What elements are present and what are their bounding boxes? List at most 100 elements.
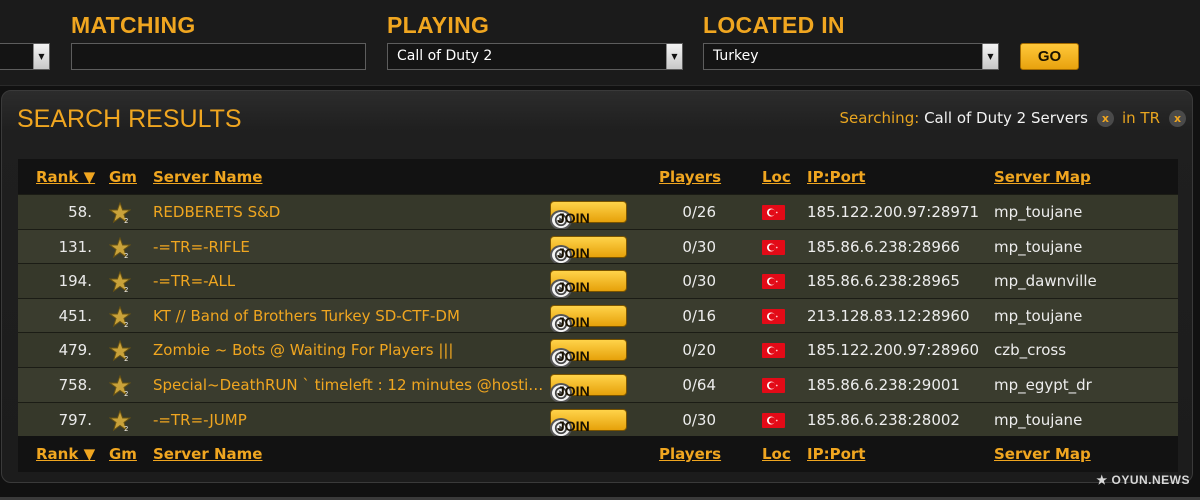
searching-game: Call of Duty 2 Servers: [924, 109, 1088, 127]
svg-text:2: 2: [124, 321, 128, 328]
server-name-link[interactable]: -=TR=-ALL: [153, 272, 235, 290]
column-gm-link[interactable]: Gm: [109, 168, 137, 186]
column-gm-link[interactable]: Gm: [109, 445, 137, 463]
table-row[interactable]: 758. 2 Special~DeathRUN ` timeleft : 12 mi…: [18, 366, 1178, 403]
sort-rank-link[interactable]: Rank ▼: [36, 168, 95, 186]
sort-rank-link[interactable]: Rank ▼: [36, 445, 95, 463]
playing-label: PLAYING: [387, 12, 490, 38]
search-summary: Searching: Call of Duty 2 Servers x in T…: [839, 109, 1186, 127]
join-label: JOIN: [557, 210, 590, 226]
turkey-flag-icon: [762, 239, 785, 255]
ip-port-value: 185.86.6.238:28965: [807, 272, 960, 291]
column-ip-link[interactable]: IP:Port: [807, 168, 865, 186]
players-value: 0/64: [682, 375, 716, 394]
svg-text:2: 2: [124, 217, 128, 224]
svg-text:2: 2: [124, 425, 128, 432]
column-players-link[interactable]: Players: [659, 445, 721, 463]
table-body: 58. 2 REDBERETS S&D JOIN 0/26 185.122.200.97:…: [18, 194, 1178, 438]
column-ip-link[interactable]: IP:Port: [807, 445, 865, 463]
ip-port-value: 185.86.6.238:28966: [807, 237, 960, 256]
column-map-link[interactable]: Server Map: [994, 445, 1091, 463]
ip-port-value: 185.122.200.97:28971: [807, 203, 980, 221]
server-map-value: mp_toujane: [994, 237, 1083, 256]
column-server-name-link[interactable]: Server Name: [153, 445, 262, 463]
server-name-link[interactable]: REDBERETS S&D: [153, 203, 280, 221]
star-icon: 2: [108, 305, 132, 329]
players-value: 0/30: [682, 410, 716, 429]
join-button[interactable]: JOIN: [550, 201, 627, 230]
rank-value: 479.: [58, 341, 92, 360]
column-loc-link[interactable]: Loc: [762, 168, 791, 186]
chevron-down-icon[interactable]: ▼: [666, 44, 682, 69]
go-button[interactable]: GO: [1020, 43, 1079, 70]
server-map-value: mp_toujane: [994, 410, 1083, 429]
column-map-link[interactable]: Server Map: [994, 168, 1091, 186]
watermark: ★ OYUN.NEWS: [1096, 473, 1190, 487]
server-name-link[interactable]: KT // Band of Brothers Turkey SD-CTF-DM: [153, 307, 460, 325]
table-row[interactable]: 131. 2 -=TR=-RIFLE JOIN 0/30 185.86.6.238:289…: [18, 228, 1178, 265]
located-label: LOCATED IN: [703, 12, 845, 38]
table-header: Rank ▼ Gm Server Name Players Loc IP:Por…: [18, 159, 1178, 194]
join-button[interactable]: JOIN: [550, 408, 627, 438]
rank-value: 194.: [58, 272, 92, 291]
column-loc-link[interactable]: Loc: [762, 445, 791, 463]
star-icon: 2: [108, 236, 132, 260]
results-table: Rank ▼ Gm Server Name Players Loc IP:Por…: [18, 159, 1178, 473]
svg-text:2: 2: [124, 286, 128, 293]
players-value: 0/16: [682, 306, 716, 325]
sort-down-icon: ▼: [83, 168, 96, 186]
server-map-value: mp_egypt_dr: [994, 375, 1092, 394]
server-map-value: mp_dawnville: [994, 272, 1097, 291]
join-button[interactable]: JOIN: [550, 235, 627, 265]
star-icon: 2: [108, 270, 132, 294]
panel-title: SEARCH RESULTS: [17, 105, 242, 133]
matching-label: MATCHING: [71, 12, 196, 38]
svg-text:2: 2: [124, 355, 128, 362]
server-map-value: czb_cross: [994, 341, 1067, 360]
results-panel: SEARCH RESULTS Searching: Call of Duty 2…: [1, 90, 1193, 483]
server-name-link[interactable]: Special~DeathRUN ` timeleft : 12 minutes…: [153, 376, 546, 394]
table-row[interactable]: 58. 2 REDBERETS S&D JOIN 0/26 185.122.200.97:…: [18, 194, 1178, 230]
join-button[interactable]: JOIN: [550, 339, 627, 369]
column-server-name-link[interactable]: Server Name: [153, 168, 262, 186]
table-row[interactable]: 194. 2 -=TR=-ALL JOIN 0/30 185.86.6.238:28965…: [18, 263, 1178, 300]
join-label: JOIN: [557, 382, 590, 399]
server-map-value: mp_toujane: [994, 203, 1083, 221]
rank-value: 451.: [58, 306, 92, 325]
table-row[interactable]: 797. 2 -=TR=-JUMP JOIN 0/30 185.86.6.238:2800…: [18, 401, 1178, 438]
players-value: 0/20: [682, 341, 716, 360]
ip-port-value: 213.128.83.12:28960: [807, 306, 970, 325]
table-row[interactable]: 479. 2 Zombie ~ Bots @ Waiting For Players…: [18, 332, 1178, 369]
rank-value: 797.: [58, 410, 92, 429]
star-icon: 2: [108, 201, 132, 225]
watermark-text: OYUN.NEWS: [1111, 473, 1190, 487]
server-name-link[interactable]: -=TR=-RIFLE: [153, 238, 250, 256]
table-footer: Rank ▼ Gm Server Name Players Loc IP:Por…: [18, 436, 1178, 473]
location-select[interactable]: Turkey ▼: [703, 43, 999, 70]
turkey-flag-icon: [762, 377, 785, 393]
star-icon: 2: [108, 339, 132, 363]
server-name-link[interactable]: -=TR=-JUMP: [153, 411, 247, 429]
rank-value: 131.: [58, 237, 92, 256]
ip-port-value: 185.86.6.238:29001: [807, 375, 960, 394]
filter-bar: ▼ MATCHING PLAYING Call of Duty 2 ▼ LOCA…: [0, 0, 1200, 86]
join-button[interactable]: JOIN: [550, 304, 627, 334]
join-button[interactable]: JOIN: [550, 270, 627, 300]
join-button[interactable]: JOIN: [550, 373, 627, 403]
turkey-flag-icon: [762, 274, 785, 290]
left-select[interactable]: ▼: [0, 43, 50, 70]
ip-port-value: 185.86.6.238:28002: [807, 410, 960, 429]
join-label: JOIN: [557, 279, 590, 296]
join-label: JOIN: [557, 348, 590, 365]
matching-input[interactable]: [71, 43, 366, 70]
players-value: 0/30: [682, 237, 716, 256]
searching-location: in TR: [1121, 109, 1160, 127]
remove-location-filter-icon[interactable]: x: [1169, 109, 1186, 127]
column-players-link[interactable]: Players: [659, 168, 721, 186]
playing-select[interactable]: Call of Duty 2 ▼: [387, 43, 683, 70]
chevron-down-icon[interactable]: ▼: [982, 44, 998, 69]
server-name-link[interactable]: Zombie ~ Bots @ Waiting For Players |||: [153, 341, 454, 359]
table-row[interactable]: 451. 2 KT // Band of Brothers Turkey SD-CT…: [18, 297, 1178, 334]
remove-game-filter-icon[interactable]: x: [1096, 109, 1114, 127]
chevron-down-icon[interactable]: ▼: [33, 44, 49, 69]
